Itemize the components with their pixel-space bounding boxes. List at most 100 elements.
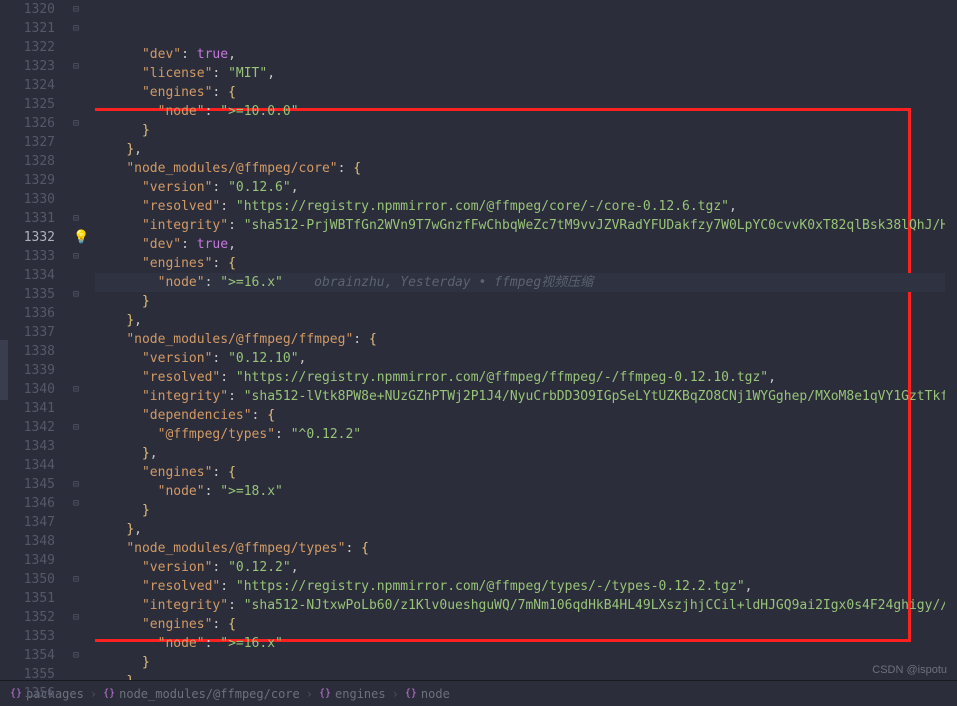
fold-marker-icon[interactable]: ⊟	[73, 570, 79, 589]
line-number[interactable]: 1347	[0, 513, 55, 532]
line-number[interactable]: 1348	[0, 532, 55, 551]
breadcrumb-item[interactable]: {}node	[405, 687, 450, 701]
fold-marker-icon[interactable]: ⊟	[73, 0, 79, 19]
line-number[interactable]: 1326	[0, 114, 55, 133]
fold-marker-icon[interactable]: ⊟	[73, 57, 79, 76]
line-number[interactable]: 1344	[0, 456, 55, 475]
line-number[interactable]: 1332	[0, 228, 55, 247]
line-number[interactable]: 1334	[0, 266, 55, 285]
code-line[interactable]: "engines": {	[95, 615, 957, 634]
line-number[interactable]: 1340	[0, 380, 55, 399]
code-line[interactable]: }	[95, 501, 957, 520]
fold-marker-icon[interactable]: ⊟	[73, 285, 79, 304]
code-line[interactable]: }	[95, 653, 957, 672]
code-line[interactable]: "node": ">=10.0.0"	[95, 102, 957, 121]
breadcrumb-item[interactable]: {}node_modules/@ffmpeg/core	[103, 687, 300, 701]
line-number-gutter[interactable]: 1320132113221323132413251326132713281329…	[0, 0, 65, 680]
line-number[interactable]: 1345	[0, 475, 55, 494]
line-number[interactable]: 1355	[0, 665, 55, 684]
code-line[interactable]: },	[95, 444, 957, 463]
line-number[interactable]: 1335	[0, 285, 55, 304]
line-number[interactable]: 1328	[0, 152, 55, 171]
code-line[interactable]: },	[95, 672, 957, 680]
code-line[interactable]: "node_modules/@ffmpeg/types": {	[95, 539, 957, 558]
line-number[interactable]: 1349	[0, 551, 55, 570]
code-line[interactable]: "engines": {	[95, 463, 957, 482]
line-number[interactable]: 1352	[0, 608, 55, 627]
code-line[interactable]: "node": ">=16.x"	[95, 634, 957, 653]
code-line[interactable]: },	[95, 311, 957, 330]
code-line[interactable]: "node": ">=18.x"	[95, 482, 957, 501]
code-line[interactable]: "version": "0.12.10",	[95, 349, 957, 368]
line-number[interactable]: 1323	[0, 57, 55, 76]
code-area[interactable]: "dev": true, "license": "MIT", "engines"…	[95, 0, 957, 680]
code-line[interactable]: "version": "0.12.2",	[95, 558, 957, 577]
code-line[interactable]: "license": "MIT",	[95, 64, 957, 83]
code-line[interactable]: }	[95, 292, 957, 311]
breadcrumbs[interactable]: {}packages›{}node_modules/@ffmpeg/core›{…	[0, 680, 957, 706]
code-line[interactable]: }	[95, 121, 957, 140]
code-line[interactable]: "dev": true,	[95, 235, 957, 254]
fold-marker-icon[interactable]: ⊟	[73, 247, 79, 266]
line-number[interactable]: 1338	[0, 342, 55, 361]
line-number[interactable]: 1331	[0, 209, 55, 228]
line-number[interactable]: 1346	[0, 494, 55, 513]
line-number[interactable]: 1337	[0, 323, 55, 342]
fold-marker-icon[interactable]: ⊟	[73, 19, 79, 38]
code-line[interactable]: "node": ">=16.x" obrainzhu, Yesterday • …	[95, 273, 957, 292]
line-number[interactable]: 1327	[0, 133, 55, 152]
code-line[interactable]: "node_modules/@ffmpeg/ffmpeg": {	[95, 330, 957, 349]
fold-marker-icon[interactable]: ⊟	[73, 209, 79, 228]
fold-marker-icon[interactable]: ⊟	[73, 646, 79, 665]
scrollbar[interactable]	[945, 0, 957, 680]
code-line[interactable]: "engines": {	[95, 83, 957, 102]
code-line[interactable]: "resolved": "https://registry.npmmirror.…	[95, 368, 957, 387]
line-number[interactable]: 1336	[0, 304, 55, 323]
line-number[interactable]: 1339	[0, 361, 55, 380]
code-line[interactable]: "dependencies": {	[95, 406, 957, 425]
fold-marker-icon[interactable]: ⊟	[73, 608, 79, 627]
token-punc: ,	[150, 446, 158, 461]
line-number[interactable]: 1354	[0, 646, 55, 665]
code-line[interactable]: "engines": {	[95, 254, 957, 273]
code-line[interactable]: "integrity": "sha512-PrjWBTfGn2WVn9T7wGn…	[95, 216, 957, 235]
line-number[interactable]: 1342	[0, 418, 55, 437]
fold-marker-icon[interactable]: ⊟	[73, 494, 79, 513]
line-number[interactable]: 1350	[0, 570, 55, 589]
line-number[interactable]: 1324	[0, 76, 55, 95]
line-number[interactable]: 1333	[0, 247, 55, 266]
code-editor[interactable]: 1320132113221323132413251326132713281329…	[0, 0, 957, 680]
fold-marker-icon[interactable]: ⊟	[73, 475, 79, 494]
line-number[interactable]: 1341	[0, 399, 55, 418]
line-number[interactable]: 1325	[0, 95, 55, 114]
lightbulb-icon[interactable]: 💡	[73, 228, 89, 247]
code-line[interactable]: "integrity": "sha512-NJtxwPoLb60/z1Klv0u…	[95, 596, 957, 615]
code-line[interactable]: "resolved": "https://registry.npmmirror.…	[95, 577, 957, 596]
breadcrumb-item[interactable]: {}engines	[319, 687, 386, 701]
code-line[interactable]: "resolved": "https://registry.npmmirror.…	[95, 197, 957, 216]
line-number[interactable]: 1330	[0, 190, 55, 209]
code-line[interactable]: "integrity": "sha512-lVtk8PW8e+NUzGZhPTW…	[95, 387, 957, 406]
fold-marker-icon[interactable]: ⊟	[73, 114, 79, 133]
code-line[interactable]: },	[95, 140, 957, 159]
token-str: ">=10.0.0"	[220, 104, 298, 119]
code-line[interactable]: },	[95, 520, 957, 539]
code-line[interactable]: "version": "0.12.6",	[95, 178, 957, 197]
code-line[interactable]: "node_modules/@ffmpeg/core": {	[95, 159, 957, 178]
line-number[interactable]: 1329	[0, 171, 55, 190]
token-brace: {	[353, 161, 361, 176]
line-number[interactable]: 1320	[0, 0, 55, 19]
fold-column[interactable]: ⊟⊟⊟⊟⊟⊟⊟⊟⊟⊟⊟⊟⊟⊟💡	[65, 0, 95, 680]
code-line[interactable]: "dev": true,	[95, 45, 957, 64]
line-number[interactable]: 1351	[0, 589, 55, 608]
fold-marker-icon[interactable]: ⊟	[73, 418, 79, 437]
line-number[interactable]: 1356	[0, 684, 55, 703]
line-number[interactable]: 1353	[0, 627, 55, 646]
fold-marker-icon[interactable]: ⊟	[73, 380, 79, 399]
token-punc: :	[205, 275, 221, 290]
line-number[interactable]: 1322	[0, 38, 55, 57]
token-punc: ,	[228, 237, 236, 252]
code-line[interactable]: "@ffmpeg/types": "^0.12.2"	[95, 425, 957, 444]
line-number[interactable]: 1343	[0, 437, 55, 456]
line-number[interactable]: 1321	[0, 19, 55, 38]
